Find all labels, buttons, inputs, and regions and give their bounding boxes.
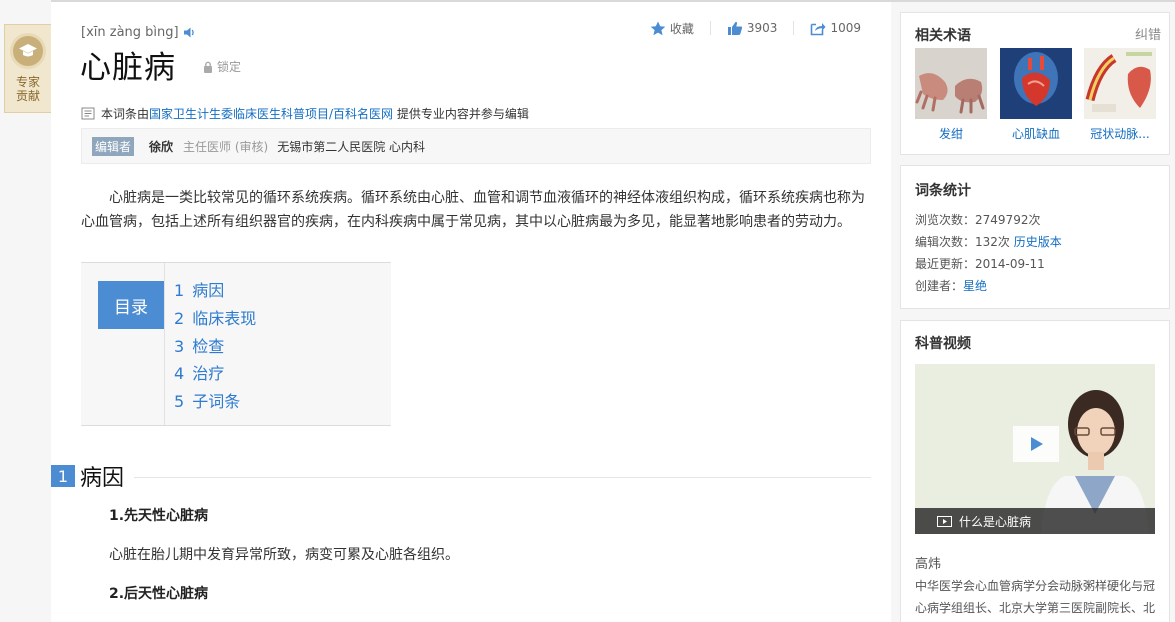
creator-link[interactable]: 星绝 <box>963 279 987 293</box>
favorite-button[interactable]: 收藏 <box>634 21 710 36</box>
toc-divider <box>164 263 165 425</box>
video-caption-bar: 什么是心脏病 <box>915 508 1155 534</box>
entry-stats-panel: 词条统计 浏览次数：2749792次 编辑次数：132次 历史版本 最近更新：2… <box>900 165 1170 309</box>
editor-role: 主任医师 (审核) <box>183 139 269 154</box>
section-rule <box>134 476 871 478</box>
share-icon <box>811 22 826 35</box>
subheading-congenital: 1.先天性心脏病 <box>109 508 209 524</box>
entry-summary: 心脏病是一类比较常见的循环系统疾病。循环系统由心脏、血管和调节血液循环的神经体液… <box>81 190 865 230</box>
video-caption: 什么是心脏病 <box>959 514 1032 529</box>
entry-stats-title: 词条统计 <box>915 183 971 199</box>
section-number: 1 <box>51 465 75 487</box>
editor-bar: 编辑者 徐欣 主任医师 (审核) 无锡市第二人民医院 心内科 <box>81 128 871 164</box>
toc-item[interactable]: 2 临床表现 <box>174 305 256 333</box>
lock-icon <box>204 61 212 73</box>
section-heading: 1 病因 <box>51 460 871 492</box>
share-count: 1009 <box>830 21 861 35</box>
like-button[interactable]: 3903 <box>709 21 794 35</box>
editor-name-link[interactable]: 徐欣 <box>149 138 173 155</box>
related-term-cyanosis[interactable]: 发绀 <box>915 48 987 142</box>
speaker-icon[interactable] <box>183 26 196 39</box>
entry-actions: 收藏 3903 1009 <box>634 21 861 36</box>
content-provider: 本词条由国家卫生计生委临床医生科普项目/百科名医网 提供专业内容并参与编辑 <box>81 105 529 122</box>
video-panel-title: 科普视频 <box>915 336 971 352</box>
lock-status: 锁定 <box>203 58 241 75</box>
toc-label: 目录 <box>98 281 164 329</box>
pinyin-row: [xīn zàng bìng] <box>81 25 196 40</box>
cyanosis-hands-image <box>915 48 987 119</box>
document-icon <box>81 107 95 120</box>
provider-prefix: 本词条由 <box>101 107 150 121</box>
toc-item[interactable]: 3 检查 <box>174 333 256 361</box>
share-button[interactable]: 1009 <box>793 21 861 35</box>
toc-item[interactable]: 5 子词条 <box>174 388 256 416</box>
toc-item[interactable]: 1 病因 <box>174 277 256 305</box>
history-versions-link[interactable]: 历史版本 <box>1014 235 1062 249</box>
related-term-label: 冠状动脉... <box>1090 127 1150 141</box>
paragraph-congenital: 心脏在胎儿期中发育异常所致，病变可累及心脏各组织。 <box>109 547 459 563</box>
related-terms-panel: 相关术语 纠错 发绀 心肌缺血 冠状动脉... <box>900 12 1170 155</box>
subheading-acquired: 2.后天性心脏病 <box>109 586 209 602</box>
related-term-myocardial-ischemia[interactable]: 心肌缺血 <box>1000 48 1072 142</box>
related-term-coronary-artery[interactable]: 冠状动脉... <box>1084 48 1156 142</box>
star-icon <box>650 21 666 35</box>
section-title: 病因 <box>80 460 135 492</box>
page-title: 心脏病 <box>80 50 176 86</box>
entry-main: [xīn zàng bìng] 心脏病 锁定 收藏 3903 1009 本词条由… <box>51 2 891 622</box>
doctor-name: 高炜 <box>915 557 942 572</box>
related-term-label: 心肌缺血 <box>1011 127 1060 141</box>
stat-creator: 创建者：星绝 <box>915 279 988 293</box>
like-count: 3903 <box>746 21 778 35</box>
related-term-label: 发绀 <box>938 127 963 141</box>
editor-organization: 无锡市第二人民医院 心内科 <box>277 139 426 154</box>
lock-label: 锁定 <box>217 60 242 74</box>
editor-tag: 编辑者 <box>92 136 135 156</box>
toc-item[interactable]: 4 治疗 <box>174 360 256 388</box>
video-icon <box>937 515 952 527</box>
heart-anatomy-image <box>1000 48 1072 119</box>
favorite-label: 收藏 <box>669 21 694 36</box>
stat-edits: 编辑次数：132次 历史版本 <box>915 235 1062 249</box>
play-button[interactable] <box>1013 426 1059 462</box>
doctor-description: 中华医学会心血管病学分会动脉粥样硬化与冠心病学组组长、北京大学第三医院副院长、北 <box>915 579 1156 615</box>
provider-org-link[interactable]: 国家卫生计生委临床医生科普项目/百科名医网 <box>149 107 393 121</box>
stat-views: 浏览次数：2749792次 <box>915 213 1041 227</box>
graduation-cap-icon <box>10 33 46 69</box>
expert-badge-label: 专家贡献 <box>15 75 40 103</box>
coronary-artery-image <box>1084 48 1156 119</box>
play-icon <box>1031 437 1043 451</box>
video-player[interactable]: 什么是心脏病 <box>915 364 1155 534</box>
pinyin-text: [xīn zàng bìng] <box>81 25 179 40</box>
thumbs-up-icon <box>727 21 743 35</box>
related-terms-title: 相关术语 <box>915 28 971 44</box>
provider-suffix: 提供专业内容并参与编辑 <box>396 107 529 121</box>
expert-contribution-badge[interactable]: 专家贡献 <box>4 24 51 113</box>
stat-updated: 最近更新：2014-09-11 <box>915 257 1045 271</box>
correction-link[interactable]: 纠错 <box>1135 24 1161 43</box>
table-of-contents: 目录 1 病因 2 临床表现 3 检查 4 治疗 5 子词条 <box>81 262 391 426</box>
toc-list: 1 病因 2 临床表现 3 检查 4 治疗 5 子词条 <box>174 277 256 416</box>
video-panel: 科普视频 什么是心脏病 高炜 中华医学会心血管病学分会动脉粥样硬化与冠心病学组组… <box>900 320 1170 622</box>
